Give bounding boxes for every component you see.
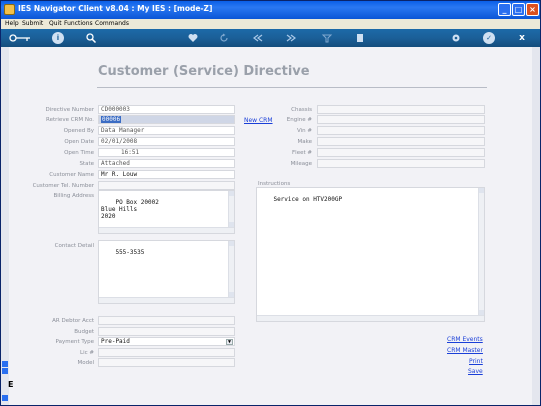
contact-detail-textarea[interactable]: 555-3535 <box>98 240 235 304</box>
clipboard-icon[interactable] <box>354 32 366 44</box>
app-window: IES Navigator Client v8.04 : My IES : [m… <box>0 0 541 406</box>
billing-address-textarea[interactable]: PO Box 20002 Blue Hills 2020 <box>98 190 235 234</box>
state-label: State <box>79 161 94 167</box>
payment-type-select[interactable]: Pre-Paid ▼ <box>98 337 235 346</box>
retrieve-crm-value: 00006 <box>101 116 122 123</box>
menu-help[interactable]: Help <box>5 20 19 27</box>
title-bar: IES Navigator Client v8.04 : My IES : [m… <box>1 1 540 19</box>
billing-address-hscrollbar[interactable] <box>99 227 234 233</box>
fleet-field[interactable] <box>317 148 485 157</box>
open-date-field[interactable]: 02/01/2008 <box>98 137 235 146</box>
close-icon[interactable]: x <box>516 32 528 44</box>
side-marker-icon <box>2 368 8 374</box>
filter-icon[interactable] <box>321 32 333 44</box>
contact-detail-label: Contact Detail <box>54 243 94 249</box>
key-icon[interactable] <box>9 32 31 44</box>
customer-name-label: Customer Name <box>49 172 94 178</box>
left-panel <box>1 47 9 405</box>
mileage-label: Mileage <box>290 161 312 167</box>
page-title: Customer (Service) Directive <box>98 64 310 79</box>
side-e-icon: E <box>8 380 14 389</box>
contact-detail-hscrollbar[interactable] <box>99 297 234 303</box>
make-label: Make <box>297 139 313 145</box>
contact-detail-text: 555-3535 <box>115 249 145 256</box>
open-time-field[interactable]: 16:51 <box>98 148 235 157</box>
close-window-button[interactable]: × <box>526 3 539 16</box>
payment-type-value: Pre-Paid <box>101 338 130 345</box>
settings-icon[interactable] <box>450 32 462 44</box>
model-field[interactable] <box>98 358 235 367</box>
open-time-label: Open Time <box>64 150 94 156</box>
budget-label: Budget <box>74 329 94 335</box>
print-link[interactable]: Print <box>469 358 483 365</box>
search-icon[interactable] <box>85 32 97 44</box>
customer-tel-label: Customer Tel. Number <box>32 183 94 189</box>
state-field[interactable]: Attached <box>98 159 235 168</box>
customer-name-field[interactable]: Mr R. Louw <box>98 170 235 179</box>
instructions-scrollbar[interactable] <box>478 188 484 321</box>
info-icon[interactable]: i <box>52 32 64 44</box>
side-marker-icon <box>2 395 8 401</box>
billing-address-text: PO Box 20002 Blue Hills 2020 <box>101 199 159 220</box>
minimize-button[interactable]: _ <box>498 3 511 16</box>
title-divider <box>97 87 487 88</box>
side-marker-icon <box>2 361 8 367</box>
billing-address-label: Billing Address <box>53 193 94 199</box>
directive-number-label: Directive Number <box>45 107 94 113</box>
new-crm-link[interactable]: New CRM <box>244 117 273 124</box>
ar-debtor-field[interactable] <box>98 316 235 325</box>
chassis-label: Chassis <box>291 107 312 113</box>
directive-number-field[interactable]: CD000003 <box>98 105 235 114</box>
last-icon[interactable] <box>285 32 297 44</box>
toolbar: i ✓ x <box>1 29 540 47</box>
crm-events-link[interactable]: CRM Events <box>447 336 483 343</box>
app-logo-icon <box>4 4 15 15</box>
opened-by-label: Opened By <box>63 128 94 134</box>
model-label: Model <box>77 360 94 366</box>
vin-label: Vin # <box>296 128 312 134</box>
menu-commands[interactable]: Commands <box>95 20 129 27</box>
check-icon[interactable]: ✓ <box>483 32 495 44</box>
instructions-textarea[interactable]: Service on HTV200GP <box>256 187 485 322</box>
chassis-field[interactable] <box>317 105 485 114</box>
open-date-label: Open Date <box>64 139 94 145</box>
maximize-button[interactable]: □ <box>512 3 525 16</box>
heart-icon[interactable] <box>187 32 199 44</box>
mileage-field[interactable] <box>317 159 485 168</box>
instructions-text: Service on HTV200GP <box>273 196 343 203</box>
save-link[interactable]: Save <box>468 368 483 375</box>
menu-functions[interactable]: Functions <box>64 20 93 27</box>
chevron-down-icon[interactable]: ▼ <box>226 339 233 345</box>
menu-quit[interactable]: Quit <box>49 20 62 27</box>
lic-label: Lic # <box>80 350 94 356</box>
contact-detail-scrollbar[interactable] <box>228 241 234 303</box>
instructions-hscrollbar[interactable] <box>257 315 484 321</box>
engine-field[interactable] <box>317 115 485 124</box>
budget-field[interactable] <box>98 327 235 336</box>
refresh-icon[interactable] <box>218 32 230 44</box>
vin-field[interactable] <box>317 126 485 135</box>
opened-by-field[interactable]: Data Manager <box>98 126 235 135</box>
payment-type-label: Payment Type <box>55 339 94 345</box>
make-field[interactable] <box>317 137 485 146</box>
menu-bar: Help Submit Quit Functions Commands <box>1 19 540 29</box>
menu-submit[interactable]: Submit <box>22 20 43 27</box>
retrieve-crm-label: Retrieve CRM No. <box>46 117 94 123</box>
retrieve-crm-field[interactable]: 00006 <box>98 115 235 124</box>
crm-master-link[interactable]: CRM Master <box>447 347 483 354</box>
engine-label: Engine # <box>286 117 312 123</box>
right-panel <box>532 47 540 405</box>
lic-field[interactable] <box>98 348 235 357</box>
first-icon[interactable] <box>252 32 264 44</box>
ar-debtor-label: AR Debtor Acct <box>52 318 94 324</box>
customer-tel-field[interactable] <box>98 181 235 190</box>
fleet-label: Fleet # <box>292 150 312 156</box>
window-title: IES Navigator Client v8.04 : My IES : [m… <box>18 4 213 13</box>
